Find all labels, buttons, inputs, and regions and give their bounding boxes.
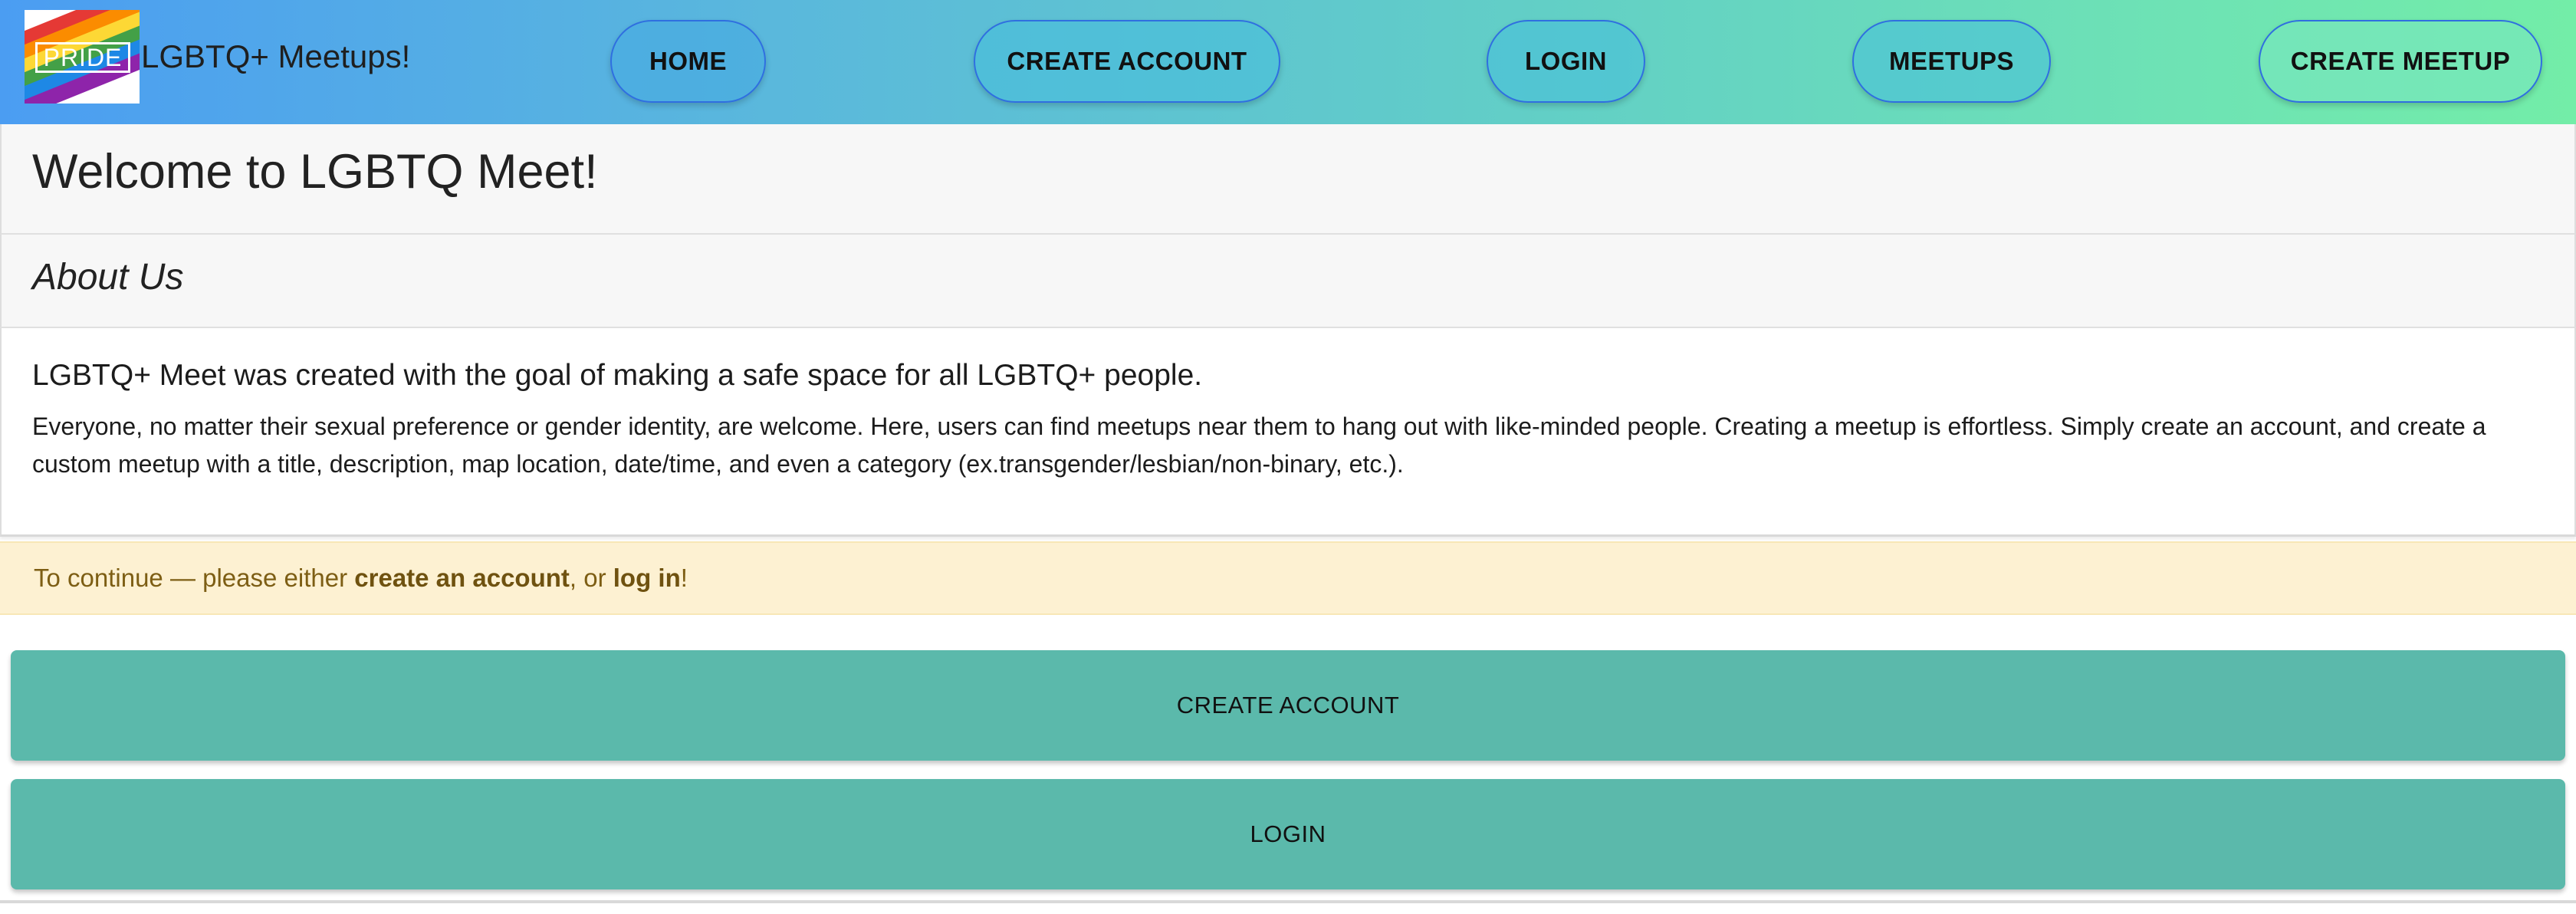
about-lead: LGBTQ+ Meet was created with the goal of… (32, 359, 1203, 392)
about-text: Everyone, no matter their sexual prefere… (32, 413, 2486, 478)
nav-create-account-button[interactable]: CREATE ACCOUNT (974, 20, 1280, 103)
page-title: Welcome to LGBTQ Meet! (32, 145, 598, 199)
nav-home-button[interactable]: HOME (610, 20, 766, 103)
alert-suffix: ! (680, 564, 688, 592)
alert-prefix: To continue — please either (34, 564, 348, 592)
logo-text: PRIDE (35, 42, 130, 73)
login-required-alert: To continue — please either create an ac… (0, 541, 2576, 615)
alert-create-account-link[interactable]: create an account (354, 564, 570, 593)
brand[interactable]: PRIDE LGBTQ+ Meetups! (25, 9, 410, 104)
bottom-divider (0, 900, 2576, 903)
about-header: About Us (0, 235, 2576, 328)
alert-login-link[interactable]: log in (613, 564, 681, 593)
brand-title[interactable]: LGBTQ+ Meetups! (141, 38, 410, 75)
login-button[interactable]: LOGIN (11, 779, 2565, 889)
create-account-button[interactable]: CREATE ACCOUNT (11, 650, 2565, 761)
alert-middle: , or (569, 564, 606, 592)
nav-login-button[interactable]: LOGIN (1487, 20, 1645, 103)
about-body: LGBTQ+ Meet was created with the goal of… (0, 328, 2576, 537)
pride-logo[interactable]: PRIDE (25, 10, 140, 104)
nav-create-meetup-button[interactable]: CREATE MEETUP (2259, 20, 2542, 103)
welcome-header: Welcome to LGBTQ Meet! (0, 124, 2576, 235)
top-navbar: PRIDE LGBTQ+ Meetups! HOME CREATE ACCOUN… (0, 0, 2576, 124)
nav-meetups-button[interactable]: MEETUPS (1852, 20, 2051, 103)
about-heading: About Us (32, 257, 184, 298)
